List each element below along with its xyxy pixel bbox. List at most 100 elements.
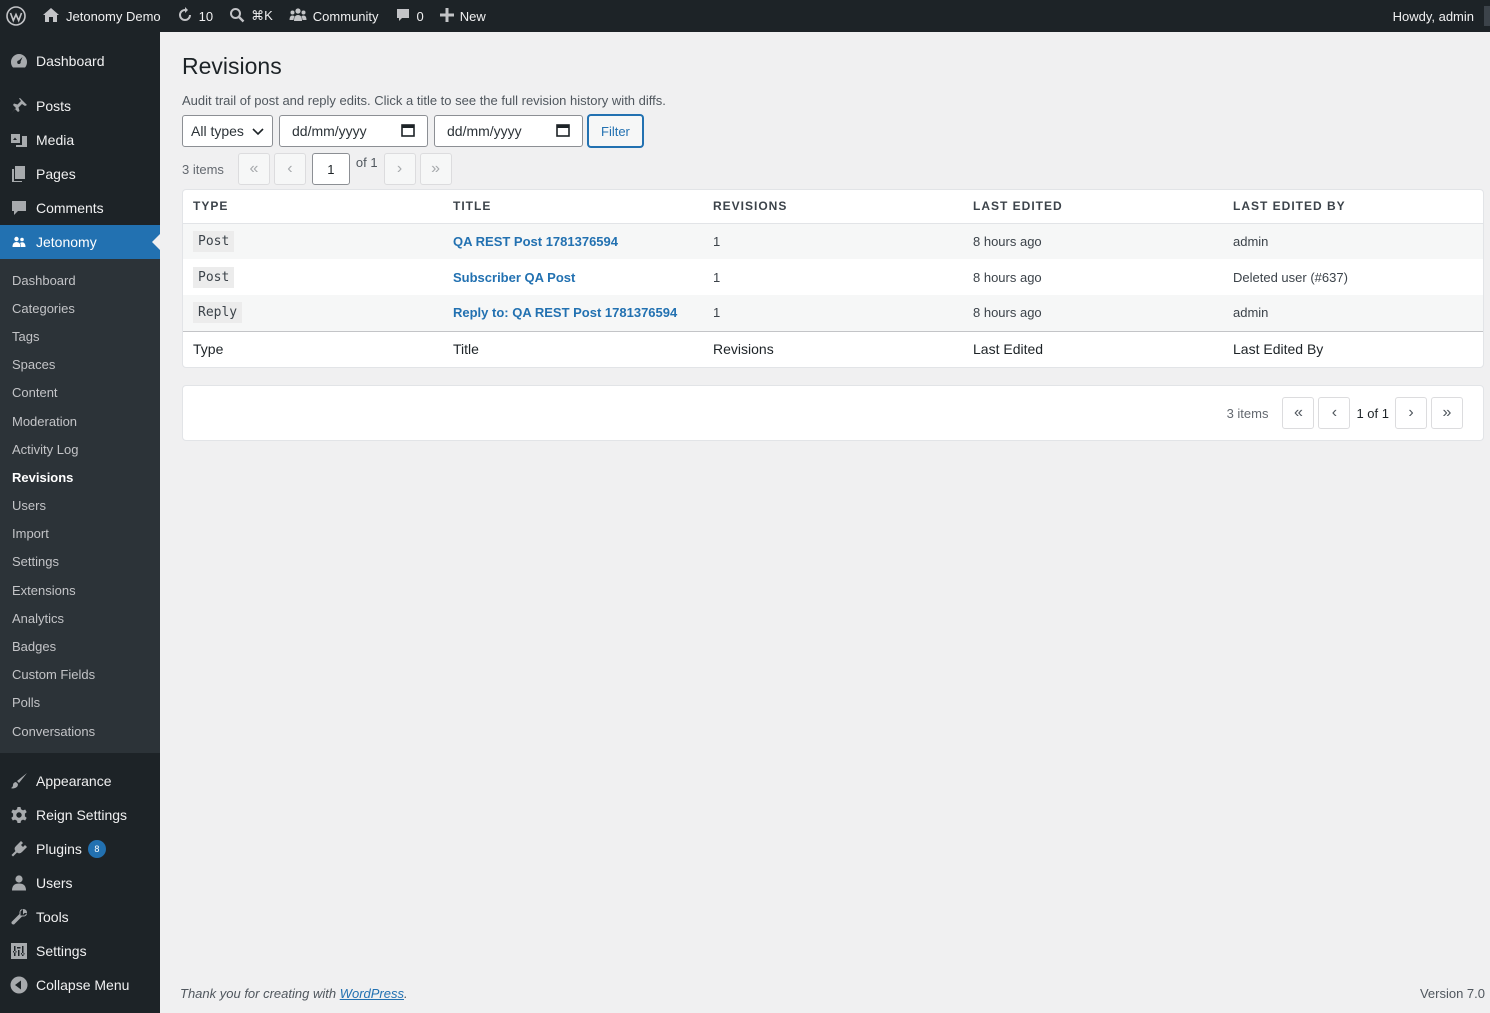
type-select[interactable]: All types	[182, 115, 273, 147]
filter-bar: All types dd/mm/yyyy dd/mm/yyyy Filter	[182, 115, 1484, 147]
prev-page-button[interactable]: ‹	[273, 153, 306, 185]
plus-icon	[439, 7, 454, 25]
menu-label: Media	[36, 132, 75, 148]
menu-comments[interactable]: Comments	[0, 191, 160, 225]
type-tag: Post	[193, 230, 235, 252]
menu-users[interactable]: Users	[0, 866, 160, 900]
last-edited-by: Deleted user (#637)	[1233, 269, 1348, 285]
submenu-extensions[interactable]: Extensions	[0, 576, 160, 604]
community-link[interactable]: Community	[281, 0, 387, 32]
avatar[interactable]	[1484, 6, 1490, 26]
header-type[interactable]: TYPE	[183, 190, 443, 224]
submenu-dashboard[interactable]: Dashboard	[0, 266, 160, 294]
site-name-link[interactable]: Jetonomy Demo	[34, 0, 169, 32]
submenu-settings[interactable]: Settings	[0, 548, 160, 576]
footer-last-edited-by[interactable]: Last Edited By	[1223, 330, 1483, 367]
submenu-polls[interactable]: Polls	[0, 689, 160, 717]
header-title[interactable]: TITLE	[443, 190, 703, 224]
date-to-placeholder: dd/mm/yyyy	[447, 123, 522, 139]
menu-pages[interactable]: Pages	[0, 157, 160, 191]
revision-title-link[interactable]: Subscriber QA Post	[453, 270, 575, 285]
dashboard-gauge-icon	[10, 52, 28, 70]
menu-tools[interactable]: Tools	[0, 900, 160, 934]
menu-label: Pages	[36, 166, 76, 182]
pagination-bottom: 3 items « ‹ 1 of 1 › »	[182, 385, 1484, 441]
new-content-link[interactable]: New	[432, 0, 494, 32]
wordpress-logo-icon[interactable]	[0, 0, 34, 32]
submenu-revisions[interactable]: Revisions	[0, 463, 160, 491]
last-edited-by: admin	[1233, 305, 1269, 321]
command-palette-link[interactable]: ⌘K	[221, 0, 281, 32]
calendar-icon[interactable]	[401, 123, 415, 140]
comments-link[interactable]: 0	[387, 0, 432, 32]
submenu-badges[interactable]: Badges	[0, 632, 160, 660]
wordpress-link[interactable]: WordPress	[340, 986, 404, 1001]
collapse-menu-button[interactable]: Collapse Menu	[0, 968, 160, 1002]
next-page-button[interactable]: ›	[383, 153, 416, 185]
last-page-button[interactable]: »	[1431, 397, 1463, 429]
menu-dashboard[interactable]: Dashboard	[0, 44, 160, 78]
next-page-button[interactable]: ›	[1395, 397, 1427, 429]
header-last-edited-by[interactable]: LAST EDITED BY	[1223, 190, 1483, 224]
submenu-activity-log[interactable]: Activity Log	[0, 435, 160, 463]
date-to-input[interactable]: dd/mm/yyyy	[434, 115, 583, 147]
revision-title-link[interactable]: Reply to: QA REST Post 1781376594	[453, 305, 677, 320]
submenu-tags[interactable]: Tags	[0, 322, 160, 350]
submenu-custom-fields[interactable]: Custom Fields	[0, 661, 160, 689]
paintbrush-icon	[10, 772, 28, 790]
menu-jetonomy[interactable]: Jetonomy	[0, 225, 160, 259]
menu-reign-settings[interactable]: Reign Settings	[0, 798, 160, 832]
collapse-arrow-icon	[10, 976, 28, 994]
main-content: Revisions Audit trail of post and reply …	[182, 32, 1484, 441]
page-of-label: 1 of 1	[1356, 405, 1389, 421]
my-account-link[interactable]: Howdy, admin	[1385, 0, 1490, 32]
table-row: Reply Reply to: QA REST Post 1781376594 …	[183, 295, 1483, 331]
menu-label: Jetonomy	[36, 234, 97, 250]
menu-posts[interactable]: Posts	[0, 89, 160, 123]
menu-label: Collapse Menu	[36, 977, 130, 994]
menu-plugins[interactable]: Plugins 8	[0, 832, 160, 866]
menu-appearance[interactable]: Appearance	[0, 764, 160, 798]
user-icon	[10, 874, 28, 892]
last-edited-by: admin	[1233, 233, 1269, 249]
revisions-count: 1	[713, 269, 721, 285]
menu-media[interactable]: Media	[0, 123, 160, 157]
header-revisions[interactable]: REVISIONS	[703, 190, 963, 224]
last-edited: 8 hours ago	[973, 305, 1042, 321]
menu-settings[interactable]: Settings	[0, 934, 160, 968]
thanks-suffix: .	[404, 986, 408, 1001]
updates-link[interactable]: 10	[169, 0, 221, 32]
submenu-content[interactable]: Content	[0, 379, 160, 407]
submenu-users[interactable]: Users	[0, 492, 160, 520]
submenu-analytics[interactable]: Analytics	[0, 604, 160, 632]
last-edited: 8 hours ago	[973, 233, 1042, 249]
total-pages: of 1	[355, 155, 378, 170]
first-page-button[interactable]: «	[237, 153, 270, 185]
footer-thanks: Thank you for creating with WordPress.	[180, 986, 408, 1001]
prev-page-button[interactable]: ‹	[1318, 397, 1351, 429]
footer-last-edited[interactable]: Last Edited	[963, 330, 1223, 367]
revision-title-link[interactable]: QA REST Post 1781376594	[453, 234, 618, 249]
submenu-spaces[interactable]: Spaces	[0, 351, 160, 379]
revisions-count: 1	[713, 233, 721, 249]
footer-type[interactable]: Type	[183, 330, 443, 367]
new-label: New	[459, 8, 486, 24]
first-page-button[interactable]: «	[1282, 397, 1315, 429]
footer-revisions[interactable]: Revisions	[703, 330, 963, 367]
date-from-input[interactable]: dd/mm/yyyy	[279, 115, 428, 147]
filter-button[interactable]: Filter	[588, 115, 643, 147]
submenu-conversations[interactable]: Conversations	[0, 717, 160, 745]
calendar-icon[interactable]	[556, 123, 570, 140]
version-label: Version 7.0	[1419, 986, 1485, 1001]
admin-footer: Thank you for creating with WordPress. V…	[180, 986, 1485, 1001]
footer-title[interactable]: Title	[443, 330, 703, 367]
header-last-edited[interactable]: LAST EDITED	[963, 190, 1223, 224]
current-page-input[interactable]: 1	[311, 153, 350, 185]
submenu-moderation[interactable]: Moderation	[0, 407, 160, 435]
menu-label: Tools	[36, 909, 69, 926]
last-page-button[interactable]: »	[419, 153, 452, 185]
refresh-icon	[177, 6, 193, 26]
admin-bar: Jetonomy Demo 10 ⌘K Community 0 New Howd…	[0, 0, 1490, 32]
submenu-import[interactable]: Import	[0, 520, 160, 548]
submenu-categories[interactable]: Categories	[0, 294, 160, 322]
